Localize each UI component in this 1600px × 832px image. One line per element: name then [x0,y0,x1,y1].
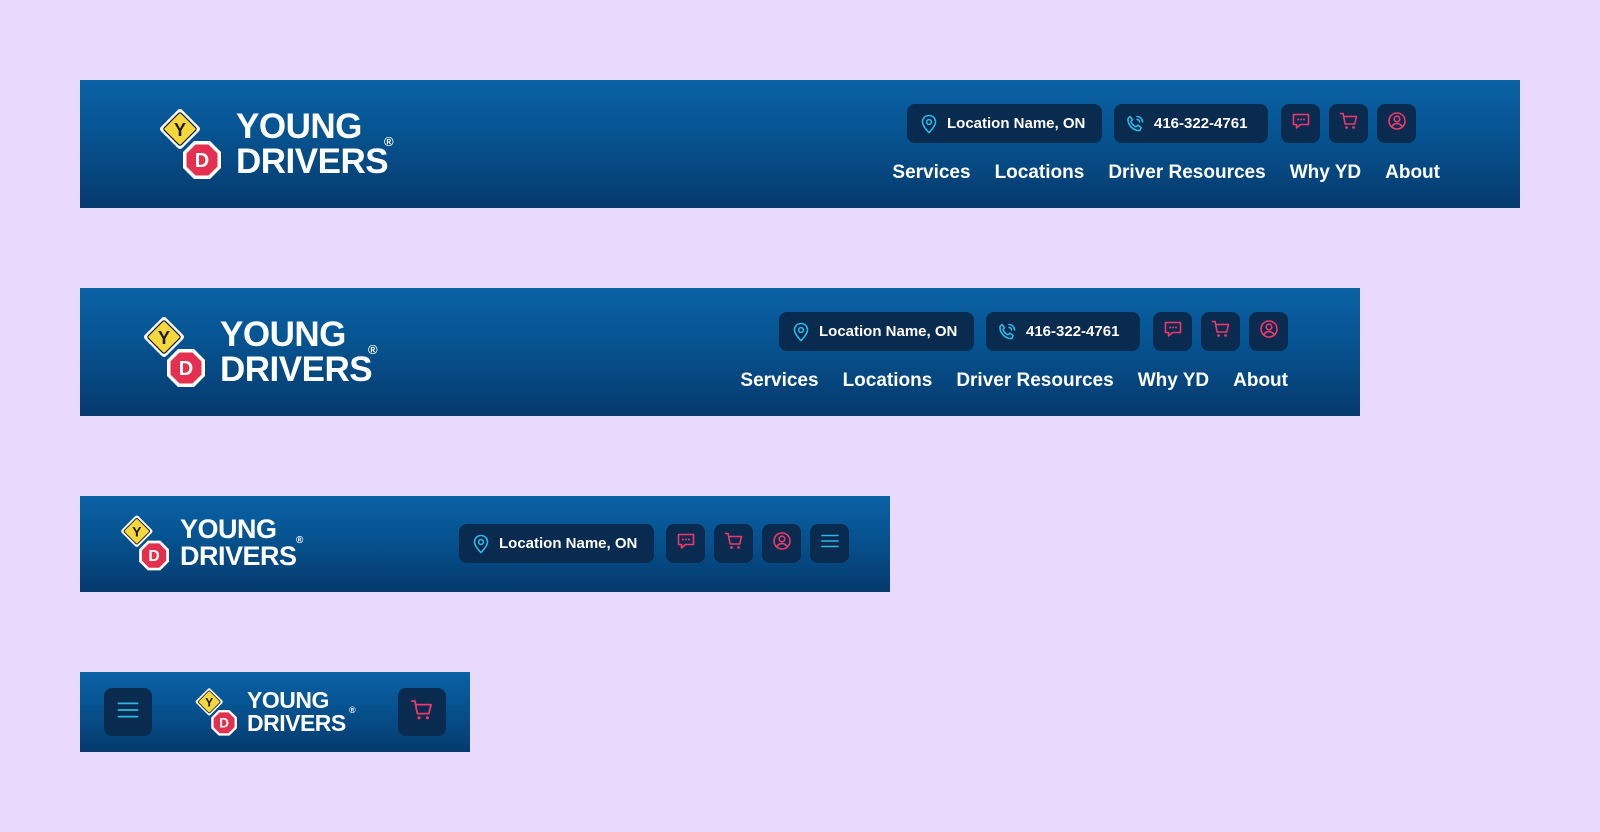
brand-logo[interactable]: Y D YOUNG DRIVERS ® [158,107,398,181]
nav-locations[interactable]: Locations [843,370,933,392]
map-pin-icon [472,534,490,554]
nav-why-yd[interactable]: Why YD [1290,162,1361,184]
user-icon [772,531,792,556]
brand-badge-icon: Y D [121,515,169,571]
svg-text:Y: Y [158,328,170,348]
main-nav: Services Locations Driver Resources Why … [892,162,1440,184]
menu-button[interactable] [810,524,849,563]
header-tablet: Y D YOUNG DRIVERS ® Location Name, ON [80,496,890,592]
phone-link[interactable]: 416-322-4761 [986,312,1140,351]
nav-why-yd[interactable]: Why YD [1138,370,1209,392]
user-icon [1387,111,1407,136]
phone-icon [997,322,1017,342]
brand-name-line2: DRIVERS [236,142,389,181]
phone-label: 416-322-4761 [1026,323,1120,340]
svg-text:D: D [195,150,209,172]
brand-logo[interactable]: Y D YOUNG DRIVERS ® [194,687,359,737]
brand-name-line1: YOUNG [180,514,277,544]
svg-text:D: D [179,358,193,380]
location-label: Location Name, ON [947,115,1086,132]
nav-driver-resources[interactable]: Driver Resources [1108,162,1265,184]
cart-button[interactable] [398,688,446,736]
account-button[interactable] [1249,312,1288,351]
chat-button[interactable] [1281,104,1320,143]
phone-label: 416-322-4761 [1154,115,1248,132]
registered-mark: ® [349,705,356,715]
cart-icon [1211,319,1231,344]
phone-icon [1125,114,1145,134]
hamburger-menu-icon [820,531,840,556]
cart-icon [410,698,434,727]
svg-text:Y: Y [132,524,142,540]
chat-icon [1291,111,1311,136]
registered-mark: ® [368,342,378,357]
cart-icon [1339,111,1359,136]
header-desktop-lg: Y D YOUNG DRIVERS ® Location Name, ON 41… [80,288,1360,416]
location-label: Location Name, ON [819,323,958,340]
brand-name-line2: DRIVERS [220,350,373,389]
location-selector[interactable]: Location Name, ON [907,104,1102,143]
svg-text:Y: Y [205,696,213,710]
cart-icon [724,531,744,556]
brand-badge-icon: Y D [195,688,237,736]
svg-text:Y: Y [174,120,186,140]
cart-button[interactable] [1329,104,1368,143]
registered-mark: ® [296,535,304,546]
brand-name-line1: YOUNG [220,315,346,354]
user-icon [1259,319,1279,344]
chat-icon [1163,319,1183,344]
cart-button[interactable] [1201,312,1240,351]
brand-name-line1: YOUNG [236,107,362,146]
brand-name-line1: YOUNG [247,687,329,713]
nav-locations[interactable]: Locations [995,162,1085,184]
main-nav: Services Locations Driver Resources Why … [740,370,1288,392]
svg-text:D: D [219,716,229,731]
registered-mark: ® [384,134,394,149]
account-button[interactable] [1377,104,1416,143]
nav-driver-resources[interactable]: Driver Resources [956,370,1113,392]
chat-button[interactable] [1153,312,1192,351]
nav-services[interactable]: Services [892,162,970,184]
phone-link[interactable]: 416-322-4761 [1114,104,1268,143]
nav-about[interactable]: About [1233,370,1288,392]
brand-badge-icon: Y D [144,317,205,387]
chat-button[interactable] [666,524,705,563]
location-selector[interactable]: Location Name, ON [779,312,974,351]
svg-text:D: D [148,548,159,565]
account-button[interactable] [762,524,801,563]
header-desktop-xl: Y D YOUNG DRIVERS ® Location Name, ON 41… [80,80,1520,208]
map-pin-icon [792,322,810,342]
brand-name-line2: DRIVERS [180,541,297,571]
menu-button[interactable] [104,688,152,736]
brand-name-line2: DRIVERS [247,710,346,736]
nav-about[interactable]: About [1385,162,1440,184]
chat-icon [676,531,696,556]
location-selector[interactable]: Location Name, ON [459,524,654,563]
brand-badge-icon: Y D [160,109,221,179]
brand-logo[interactable]: Y D YOUNG DRIVERS ® [142,315,382,389]
hamburger-menu-icon [116,698,140,727]
cart-button[interactable] [714,524,753,563]
nav-services[interactable]: Services [740,370,818,392]
header-mobile: Y D YOUNG DRIVERS ® [80,672,470,752]
map-pin-icon [920,114,938,134]
location-label: Location Name, ON [499,535,638,552]
brand-logo[interactable]: Y D YOUNG DRIVERS ® [119,514,309,572]
